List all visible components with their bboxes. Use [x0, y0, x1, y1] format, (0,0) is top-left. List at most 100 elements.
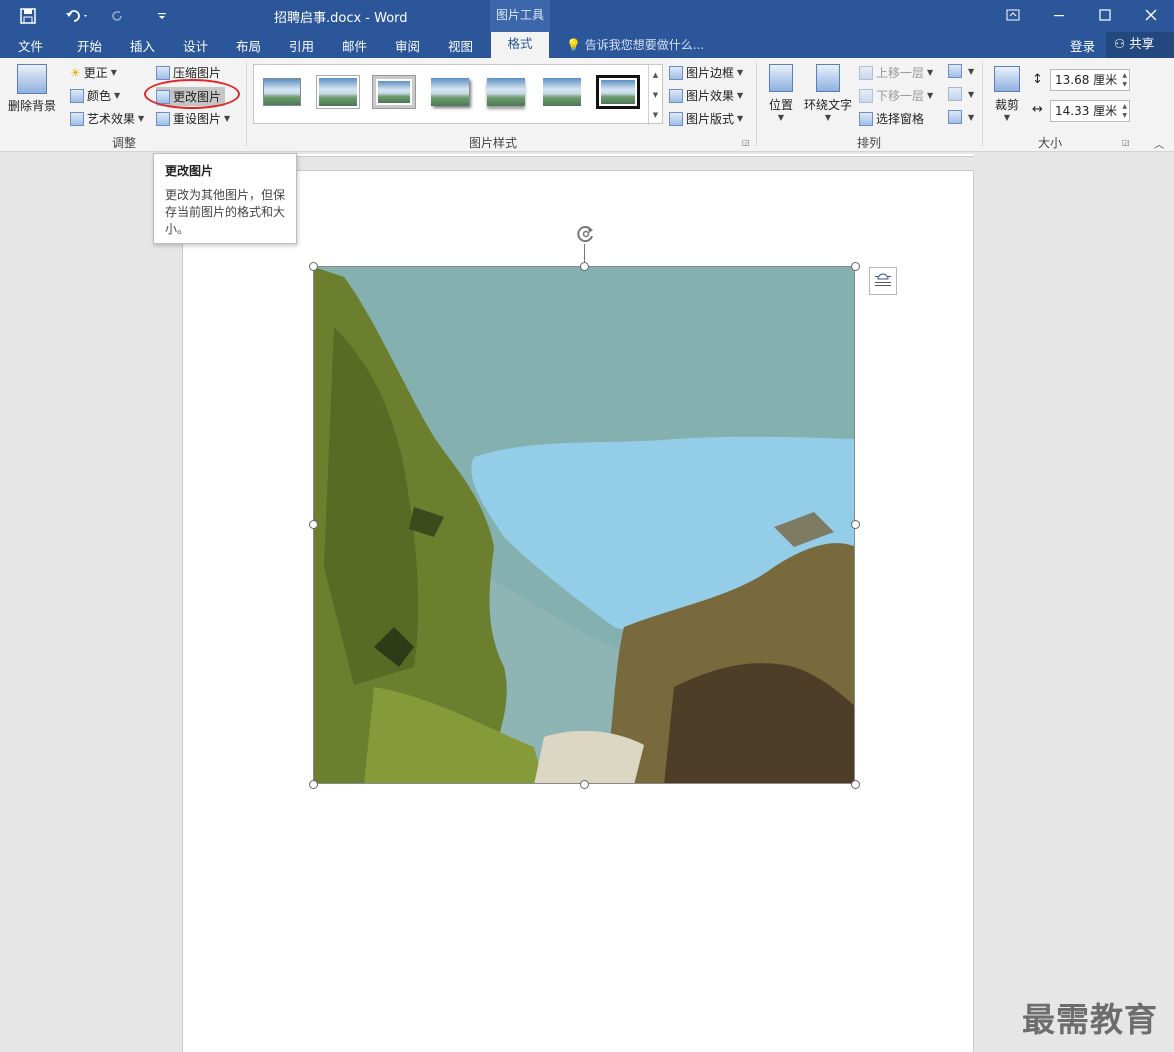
minimize-icon[interactable]	[1036, 0, 1082, 30]
group-divider	[756, 62, 757, 146]
tab-insert[interactable]: 插入	[130, 36, 155, 55]
artistic-effects-button[interactable]: 艺术效果 ▼	[70, 110, 144, 127]
remove-background-button[interactable]: 删除背景	[6, 64, 58, 114]
width-spinner[interactable]: 14.33 厘米 ▲ ▼	[1050, 100, 1130, 122]
ribbon-tab-bar: 文件 开始 插入 设计 布局 引用 邮件 审阅 视图 格式 💡 告诉我您想要做什…	[0, 32, 1174, 58]
resize-handle-top-right[interactable]	[851, 262, 860, 271]
chevron-down-icon: ▼	[224, 114, 231, 123]
color-button[interactable]: 颜色 ▼	[70, 87, 120, 104]
share-button[interactable]: ⚇ 共享	[1106, 32, 1174, 58]
picture-style-1[interactable]	[260, 75, 304, 109]
reset-picture-button[interactable]: 重设图片 ▼	[156, 110, 230, 127]
selection-pane-label: 选择窗格	[876, 112, 925, 126]
share-label: 共享	[1129, 36, 1155, 51]
spinner-arrows-icon[interactable]: ▲ ▼	[1122, 102, 1127, 120]
gallery-scroll[interactable]: ▲ ▼ ▼	[648, 65, 662, 125]
resize-handle-bottom-right[interactable]	[851, 780, 860, 789]
tab-design[interactable]: 设计	[183, 36, 208, 55]
tab-home[interactable]: 开始	[77, 36, 102, 55]
group-icon	[948, 87, 962, 101]
chevron-down-icon[interactable]: ▼	[653, 91, 658, 99]
group-objects-button[interactable]: ▼	[948, 87, 974, 101]
selected-picture[interactable]	[313, 266, 855, 784]
rotate-objects-button[interactable]: ▼	[948, 110, 974, 124]
corrections-button[interactable]: ☀ 更正 ▼	[70, 64, 117, 81]
login-link[interactable]: 登录	[1070, 36, 1095, 55]
align-button[interactable]: ▼	[948, 64, 974, 78]
picture-styles-gallery: ▲ ▼ ▼	[253, 64, 663, 125]
crop-button[interactable]: 裁剪 ▼	[992, 66, 1022, 122]
picture-style-6[interactable]	[540, 75, 584, 109]
selection-pane-button[interactable]: 选择窗格	[859, 110, 924, 127]
wrap-text-button[interactable]: 环绕文字 ▼	[803, 64, 853, 122]
remove-background-label: 删除背景	[7, 99, 56, 113]
chevron-down-icon: ▼	[927, 68, 934, 77]
corrections-label: 更正	[83, 66, 108, 80]
sun-icon: ☀	[70, 65, 81, 80]
group-divider	[246, 62, 247, 146]
position-button[interactable]: 位置 ▼	[766, 64, 796, 122]
picture-border-button[interactable]: 图片边框 ▼	[669, 64, 743, 81]
tooltip-body: 更改为其他图片，但保存当前图片的格式和大小。	[165, 188, 286, 236]
customize-qat-icon[interactable]	[152, 5, 172, 27]
picture-style-7[interactable]	[596, 75, 640, 109]
resize-handle-top[interactable]	[580, 262, 589, 271]
collapse-ribbon-icon[interactable]: ︿	[1154, 136, 1164, 151]
dialog-launcher-icon[interactable]: ◲	[742, 138, 750, 147]
artistic-effects-label: 艺术效果	[87, 112, 136, 126]
picture-style-4[interactable]	[428, 75, 472, 109]
save-icon[interactable]	[14, 5, 42, 27]
picture-layout-button[interactable]: 图片版式 ▼	[669, 110, 743, 127]
chevron-down-icon: ▼	[737, 114, 744, 123]
rotate-handle-icon[interactable]	[574, 222, 598, 246]
bring-forward-label: 上移一层	[876, 66, 925, 80]
maximize-icon[interactable]	[1082, 0, 1128, 30]
ribbon-display-icon[interactable]	[990, 0, 1036, 30]
tab-layout[interactable]: 布局	[236, 36, 261, 55]
resize-handle-bottom-left[interactable]	[309, 780, 318, 789]
layout-options-button[interactable]	[869, 267, 897, 295]
tooltip-title: 更改图片	[165, 164, 214, 178]
gallery-more-icon[interactable]: ▼	[653, 111, 658, 119]
close-icon[interactable]	[1128, 0, 1174, 30]
color-label: 颜色	[87, 89, 112, 103]
resize-handle-left[interactable]	[309, 520, 318, 529]
chevron-down-icon: ▼	[777, 113, 785, 122]
position-label: 位置	[768, 98, 793, 112]
resize-handle-bottom[interactable]	[580, 780, 589, 789]
layout-options-icon	[875, 273, 891, 286]
rotate-icon	[948, 110, 962, 124]
chevron-down-icon: ▼	[824, 113, 832, 122]
tab-format[interactable]: 格式	[491, 32, 549, 58]
reset-picture-icon	[156, 111, 170, 126]
tab-mailings[interactable]: 邮件	[342, 36, 367, 55]
chevron-down-icon: ▼	[110, 68, 117, 77]
resize-handle-right[interactable]	[851, 520, 860, 529]
adjust-group-label: 调整	[112, 136, 137, 150]
tab-file[interactable]: 文件	[18, 36, 43, 55]
reset-picture-label: 重设图片	[173, 112, 222, 126]
spinner-arrows-icon[interactable]: ▲ ▼	[1122, 71, 1127, 89]
chevron-up-icon[interactable]: ▲	[653, 71, 658, 79]
align-icon	[948, 64, 962, 78]
picture-style-5[interactable]	[484, 75, 528, 109]
resize-handle-top-left[interactable]	[309, 262, 318, 271]
undo-icon[interactable]	[58, 5, 96, 27]
send-backward-button[interactable]: 下移一层 ▼	[859, 87, 933, 104]
picture-effects-button[interactable]: 图片效果 ▼	[669, 87, 743, 104]
tab-review[interactable]: 审阅	[395, 36, 420, 55]
tell-me-search[interactable]: 💡 告诉我您想要做什么...	[566, 36, 704, 53]
tab-view[interactable]: 视图	[448, 36, 473, 55]
tab-references[interactable]: 引用	[289, 36, 314, 55]
picture-layout-icon	[669, 111, 683, 126]
arrange-group-label: 排列	[857, 136, 882, 150]
redo-icon[interactable]	[106, 5, 130, 27]
send-backward-icon	[859, 88, 873, 103]
dialog-launcher-icon[interactable]: ◲	[1122, 138, 1130, 147]
picture-style-3[interactable]	[372, 75, 416, 109]
picture-style-2[interactable]	[316, 75, 360, 109]
picture-border-label: 图片边框	[686, 66, 735, 80]
bring-forward-button[interactable]: 上移一层 ▼	[859, 64, 933, 81]
height-spinner[interactable]: 13.68 厘米 ▲ ▼	[1050, 69, 1130, 91]
crop-label: 裁剪	[994, 98, 1019, 112]
